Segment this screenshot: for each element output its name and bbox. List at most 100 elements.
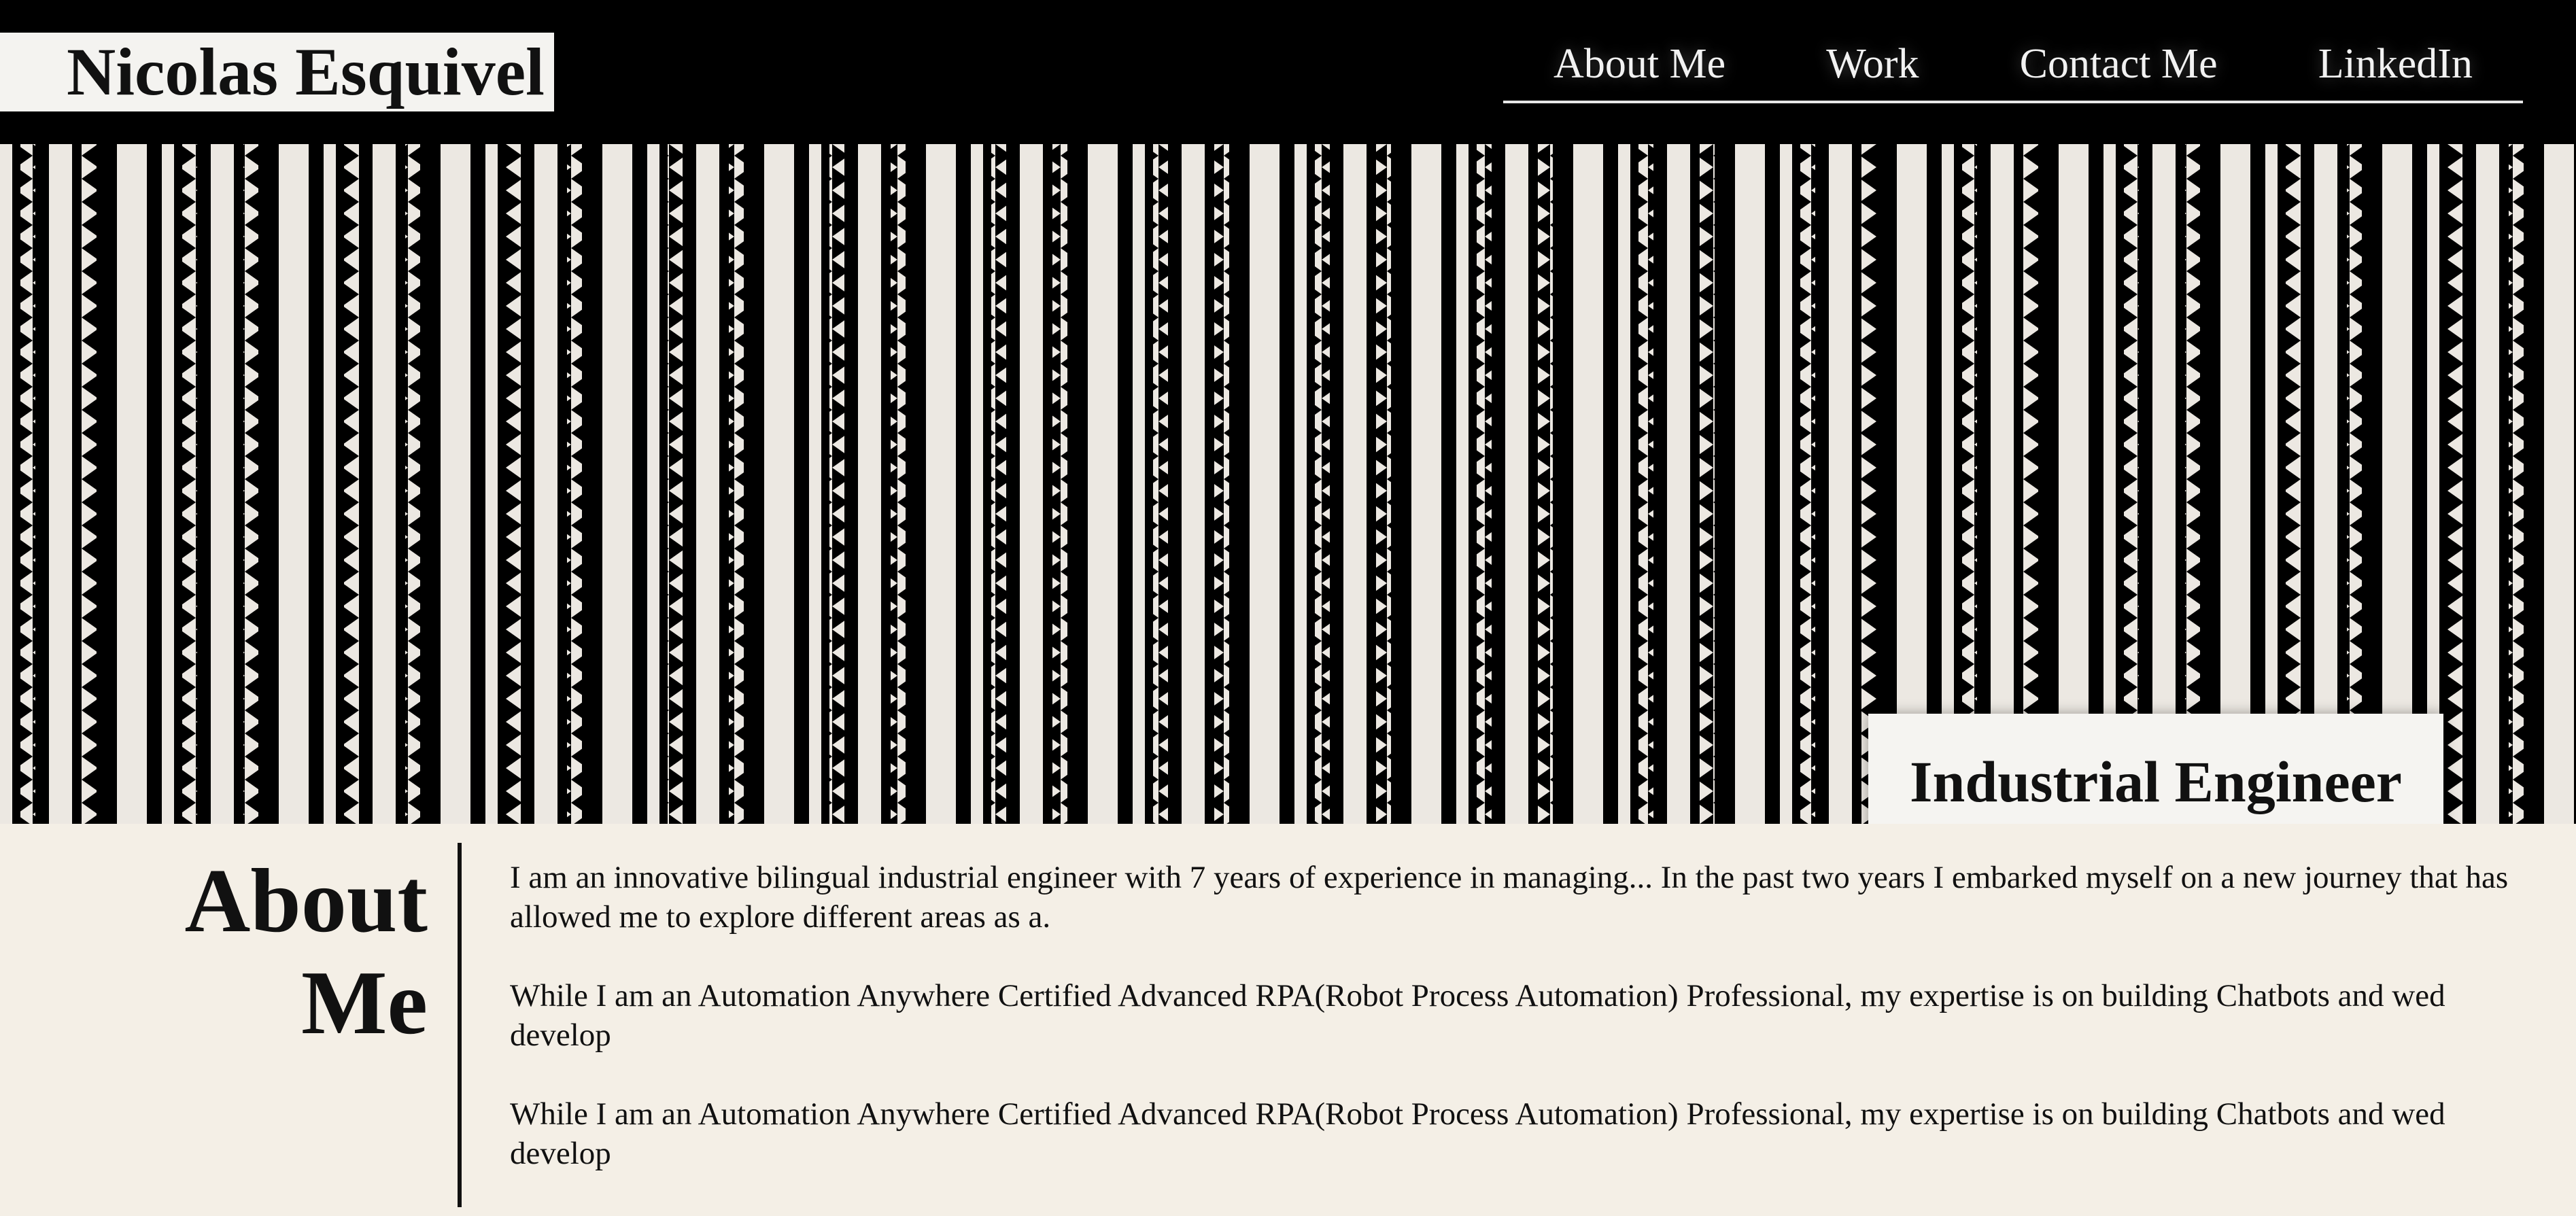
hero-stripe [470,144,485,824]
hero-stripe [1182,144,1205,824]
hero-stripe [1618,144,1630,824]
brand-logo-box[interactable]: Nicolas Esquivel [0,33,554,111]
hero-stripe [49,144,72,824]
hero-stripe [534,144,557,824]
hero-banner: Industrial Engineer [0,144,2576,824]
hero-stripe [1829,144,1852,824]
hero-stripe [1700,144,1715,824]
hero-stripe [243,144,258,824]
hero-tagline-box: Industrial Engineer [1868,714,2443,824]
hero-stripe [1118,144,1133,824]
hero-stripe [1391,144,1411,824]
hero-stripe [821,144,829,824]
hero-stripe [991,144,1006,824]
hero-stripe [1630,144,1638,824]
hero-stripe [1330,144,1343,824]
hero-stripe [1280,144,1294,824]
hero-stripe [1133,144,1145,824]
hero-stripe [744,144,764,824]
hero-stripe [1505,144,1528,824]
hero-stripe [72,144,82,824]
hero-stripe [1603,144,1618,824]
hero-stripe [1294,144,1307,824]
hero-stripe [1250,144,1280,824]
hero-stripe [211,144,234,824]
hero-stripe [1343,144,1367,824]
hero-stripe [12,144,20,824]
hero-stripe [1852,144,1861,824]
hero-stripe [1043,144,1052,824]
hero-stripe [35,144,49,824]
about-paragraph: While I am an Automation Anywhere Certif… [510,1096,2445,1171]
hero-stripe [2499,144,2509,824]
hero-stripe [557,144,567,824]
hero-stripe [498,144,506,824]
hero-stripe [983,144,991,824]
nav-link-linkedin[interactable]: LinkedIn [2306,35,2485,94]
hero-stripe [1573,144,1603,824]
hero-stripe [809,144,821,824]
hero-stripe [1477,144,1492,824]
hero-stripe [602,144,632,824]
hero-stripe [420,144,441,824]
hero-stripe [2544,144,2574,824]
hero-stripe [359,144,373,824]
hero-stripe [162,144,174,824]
hero-stripe [926,144,956,824]
hero-stripe [396,144,405,824]
hero-stripe [567,144,582,824]
hero-stripe [2524,144,2544,824]
nav-link-work[interactable]: Work [1814,35,1931,94]
hero-stripe [2448,144,2462,824]
hero-stripe [1229,144,1250,824]
hero-stripe [344,144,359,824]
hero-stripe [1815,144,1829,824]
hero-stripe [668,144,683,824]
hero-stripe [147,144,162,824]
brand-name: Nicolas Esquivel [67,34,545,109]
hero-stripe [1528,144,1538,824]
hero-stripe [1715,144,1735,824]
hero-stripe [1456,144,1469,824]
nav-link-contact-me[interactable]: Contact Me [2008,35,2230,94]
hero-stripe [696,144,719,824]
hero-stripe [521,144,534,824]
main-nav: About Me Work Contact Me LinkedIn [1503,27,2523,103]
hero-stripe [1145,144,1153,824]
hero-stripe [2509,144,2524,824]
hero-stripe [632,144,647,824]
hero-stripe [324,144,336,824]
hero-stripe [234,144,243,824]
hero-stripe [336,144,344,824]
hero-stripe [647,144,659,824]
about-divider [458,843,462,1207]
hero-stripe [829,144,844,824]
hero-stripe [891,144,906,824]
about-paragraph: I am an innovative bilingual industrial … [510,860,2509,935]
hero-stripe [1765,144,1780,824]
hero-stripe [794,144,809,824]
hero-stripe [1052,144,1067,824]
hero-stripe [1088,144,1118,824]
hero-stripe [279,144,309,824]
hero-stripe [1638,144,1653,824]
hero-stripe [1411,144,1441,824]
hero-stripe [1792,144,1800,824]
hero-stripe [844,144,858,824]
hero-stripe [719,144,729,824]
hero-stripe [405,144,420,824]
hero-stripe [20,144,35,824]
top-navigation-bar: Nicolas Esquivel About Me Work Contact M… [0,0,2576,144]
nav-link-about-me[interactable]: About Me [1541,35,1738,94]
hero-stripe [506,144,521,824]
hero-stripe [309,144,324,824]
hero-stripe [97,144,117,824]
hero-stripe [582,144,602,824]
hero-stripe [1214,144,1229,824]
about-heading: About Me [185,850,428,1054]
hero-stripe [1800,144,1815,824]
hero-stripe [174,144,182,824]
hero-stripe [764,144,794,824]
hero-stripe [82,144,97,824]
hero-stripe [1653,144,1667,824]
